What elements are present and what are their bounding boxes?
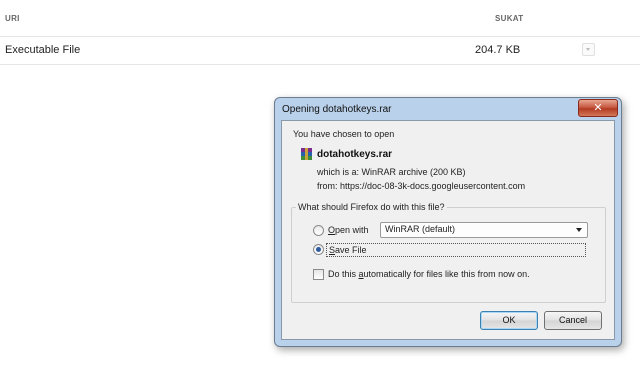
- dialog-body: You have chosen to open dotahotkeys.rar …: [281, 120, 615, 340]
- action-groupbox: What should Firefox do with this file? O…: [291, 202, 606, 303]
- intro-text: You have chosen to open: [293, 129, 395, 139]
- chevron-down-icon[interactable]: [582, 43, 595, 56]
- file-source-info: from: https://doc-08-3k-docs.googleuserc…: [317, 181, 526, 191]
- auto-action-label[interactable]: Do this automatically for files like thi…: [328, 269, 530, 279]
- action-question: What should Firefox do with this file?: [296, 202, 447, 212]
- dialog-title: Opening dotahotkeys.rar: [282, 104, 392, 115]
- winrar-archive-icon: [301, 148, 312, 160]
- ok-button[interactable]: OK: [480, 311, 538, 330]
- file-name: dotahotkeys.rar: [317, 149, 393, 160]
- save-file-label[interactable]: Save File: [326, 243, 586, 257]
- save-file-radio[interactable]: [313, 244, 324, 255]
- open-with-label[interactable]: Open with: [328, 225, 369, 235]
- file-type-info: which is a: WinRAR archive (200 KB): [317, 167, 466, 177]
- chevron-down-icon: [576, 228, 582, 232]
- open-with-app-value: WinRAR (default): [385, 224, 456, 234]
- cancel-button[interactable]: Cancel: [544, 311, 602, 330]
- close-icon: ✕: [593, 101, 603, 114]
- column-header-uri: URI: [5, 14, 20, 23]
- open-with-app-select[interactable]: WinRAR (default): [380, 222, 588, 238]
- auto-action-checkbox[interactable]: [313, 269, 324, 280]
- open-with-radio[interactable]: [313, 225, 324, 236]
- file-table-header: URI SUKAT: [0, 0, 640, 37]
- table-row[interactable]: Executable File 204.7 KB: [0, 37, 640, 65]
- download-dialog: Opening dotahotkeys.rar ✕ You have chose…: [274, 97, 622, 347]
- file-size-cell: 204.7 KB: [475, 44, 521, 56]
- file-name-cell: Executable File: [5, 44, 81, 56]
- dialog-titlebar[interactable]: Opening dotahotkeys.rar ✕: [275, 98, 621, 120]
- close-button[interactable]: ✕: [578, 99, 618, 117]
- column-header-size: SUKAT: [495, 14, 524, 23]
